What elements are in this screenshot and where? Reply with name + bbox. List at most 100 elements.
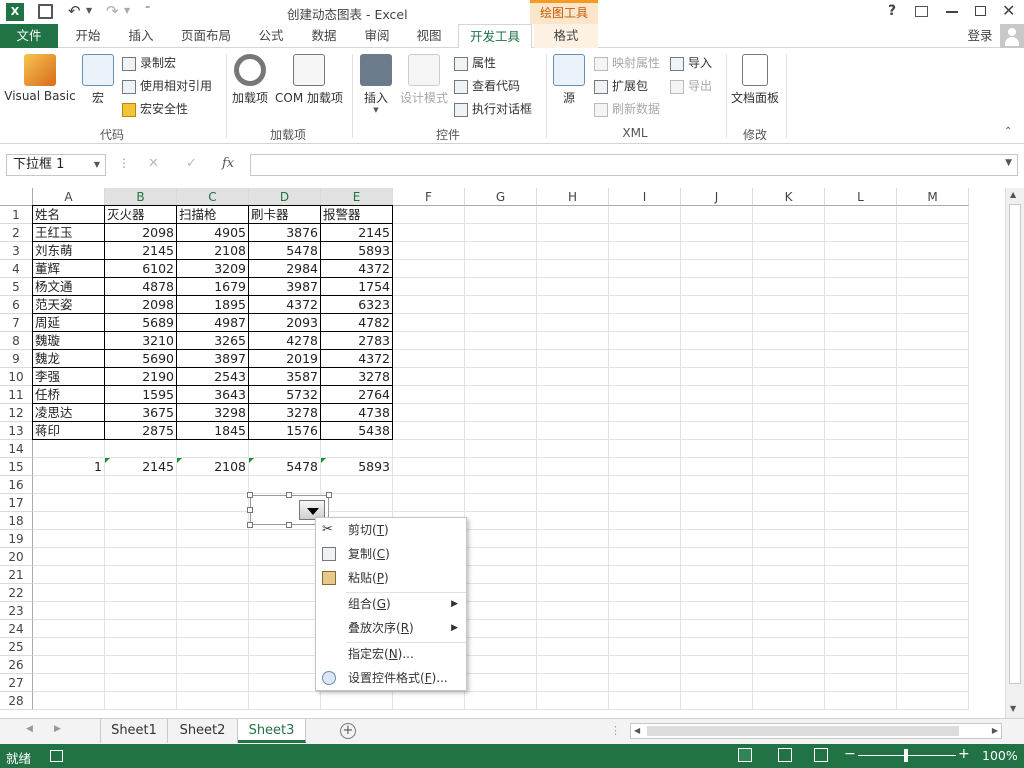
properties-button[interactable]: 属性 [454,53,496,73]
table-cell[interactable]: 4738 [321,404,393,422]
tab-developer[interactable]: 开发工具 [458,24,532,49]
tab-format[interactable]: 格式 [534,24,598,48]
scroll-right-icon[interactable]: ▶ [992,726,998,735]
scroll-up-icon[interactable]: ▲ [1010,190,1016,199]
scroll-down-icon[interactable]: ▼ [1010,704,1016,713]
macro-security-button[interactable]: 宏安全性 [122,99,188,119]
table-cell[interactable]: 1754 [321,278,393,296]
menu-item-format-control[interactable]: 设置控件格式(F)... [316,666,466,690]
map-properties-button[interactable]: 映射属性 [594,53,660,73]
error-indicator-icon[interactable] [105,458,110,463]
table-cell[interactable]: 2108 [177,458,249,476]
tab-home[interactable]: 开始 [62,24,114,48]
column-header[interactable]: C [177,188,249,206]
insert-control-button[interactable]: 插入 ▼ [358,54,394,114]
macros-button[interactable]: 宏 [80,54,116,106]
worksheet-grid[interactable]: ABCDEFGHIJKLM 1 2 3 4 5 6 7 8 9 10 11 12 13 14 15 16 17 1… [0,188,1005,718]
design-mode-button[interactable]: 设计模式 [398,54,450,106]
customize-icon[interactable]: ⁼ [145,4,150,15]
tab-insert[interactable]: 插入 [116,24,166,48]
relative-ref-button[interactable]: 使用相对引用 [122,76,212,96]
sign-in-link[interactable]: 登录 [962,24,998,48]
row-header[interactable]: 4 [0,260,33,278]
table-cell[interactable]: 2875 [105,422,177,440]
tab-page-layout[interactable]: 页面布局 [170,24,242,48]
selection-handle[interactable] [326,492,332,498]
menu-item-group[interactable]: 组合(G) ▶ [316,592,466,616]
table-cell[interactable]: 2145 [105,242,177,260]
table-cell[interactable]: 3987 [249,278,321,296]
row-header[interactable]: 9 [0,350,33,368]
zoom-in-button[interactable]: + [958,746,970,762]
row-header[interactable]: 26 [0,656,33,674]
table-cell[interactable]: 2093 [249,314,321,332]
row-header[interactable]: 19 [0,530,33,548]
row-header[interactable]: 17 [0,494,33,512]
table-cell[interactable]: 杨文通 [33,278,105,296]
row-header[interactable]: 7 [0,314,33,332]
restore-icon[interactable] [975,6,986,16]
row-header[interactable]: 3 [0,242,33,260]
close-icon[interactable]: ✕ [1002,1,1015,20]
table-cell[interactable]: 2108 [177,242,249,260]
table-cell[interactable]: 5438 [321,422,393,440]
table-cell[interactable]: 报警器 [321,206,393,224]
table-cell[interactable]: 1679 [177,278,249,296]
table-cell[interactable]: 刘东萌 [33,242,105,260]
row-header[interactable]: 13 [0,422,33,440]
table-cell[interactable]: 魏龙 [33,350,105,368]
table-cell[interactable]: 3298 [177,404,249,422]
table-cell[interactable]: 4372 [249,296,321,314]
prev-sheet-icon[interactable]: ◀ [26,724,33,734]
table-cell[interactable]: 蒋印 [33,422,105,440]
error-indicator-icon[interactable] [321,458,326,463]
tab-review[interactable]: 审阅 [352,24,402,48]
formula-input[interactable]: ▼ [250,154,1018,176]
table-cell[interactable]: 4905 [177,224,249,242]
table-cell[interactable]: 5478 [249,242,321,260]
column-header[interactable]: J [681,188,753,206]
error-indicator-icon[interactable] [249,458,254,463]
sheet-tab-sheet2[interactable]: Sheet2 [168,719,238,743]
insert-function-button[interactable]: fx [222,156,234,171]
view-code-button[interactable]: 查看代码 [454,76,520,96]
save-icon[interactable] [38,4,53,19]
tab-file[interactable]: 文件 [0,24,58,48]
row-header[interactable]: 22 [0,584,33,602]
table-cell[interactable]: 3265 [177,332,249,350]
tab-split-handle[interactable]: ⋮ [610,724,621,737]
row-header[interactable]: 18 [0,512,33,530]
table-cell[interactable]: 3643 [177,386,249,404]
table-cell[interactable]: 2098 [105,224,177,242]
table-cell[interactable]: 周延 [33,314,105,332]
table-cell[interactable]: 1845 [177,422,249,440]
select-all-button[interactable] [0,188,33,206]
table-cell[interactable]: 5893 [321,458,393,476]
selection-handle[interactable] [247,507,253,513]
table-cell[interactable]: 2764 [321,386,393,404]
horizontal-scrollbar[interactable]: ◀ ▶ [630,723,1002,739]
new-sheet-button[interactable]: + [340,723,356,739]
column-header[interactable]: E [321,188,393,206]
table-cell[interactable]: 范天姿 [33,296,105,314]
refresh-data-button[interactable]: 刷新数据 [594,99,660,119]
table-cell[interactable]: 姓名 [33,206,105,224]
row-header[interactable]: 11 [0,386,33,404]
page-break-view-icon[interactable] [814,748,828,762]
table-cell[interactable]: 3278 [321,368,393,386]
next-sheet-icon[interactable]: ▶ [54,724,61,734]
column-header[interactable]: I [609,188,681,206]
zoom-level[interactable]: 100% [982,748,1018,763]
table-cell[interactable]: 4372 [321,260,393,278]
row-header[interactable]: 23 [0,602,33,620]
table-cell[interactable]: 凌思达 [33,404,105,422]
table-cell[interactable]: 5732 [249,386,321,404]
row-header[interactable]: 24 [0,620,33,638]
menu-item-assign-macro[interactable]: 指定宏(N)... [316,642,466,666]
column-header[interactable]: A [33,188,105,206]
redo-dropdown-icon[interactable]: ▼ [124,6,130,15]
table-cell[interactable]: 董辉 [33,260,105,278]
row-header[interactable]: 8 [0,332,33,350]
menu-item-copy[interactable]: 复制(C) [316,542,466,566]
table-cell[interactable]: 3587 [249,368,321,386]
